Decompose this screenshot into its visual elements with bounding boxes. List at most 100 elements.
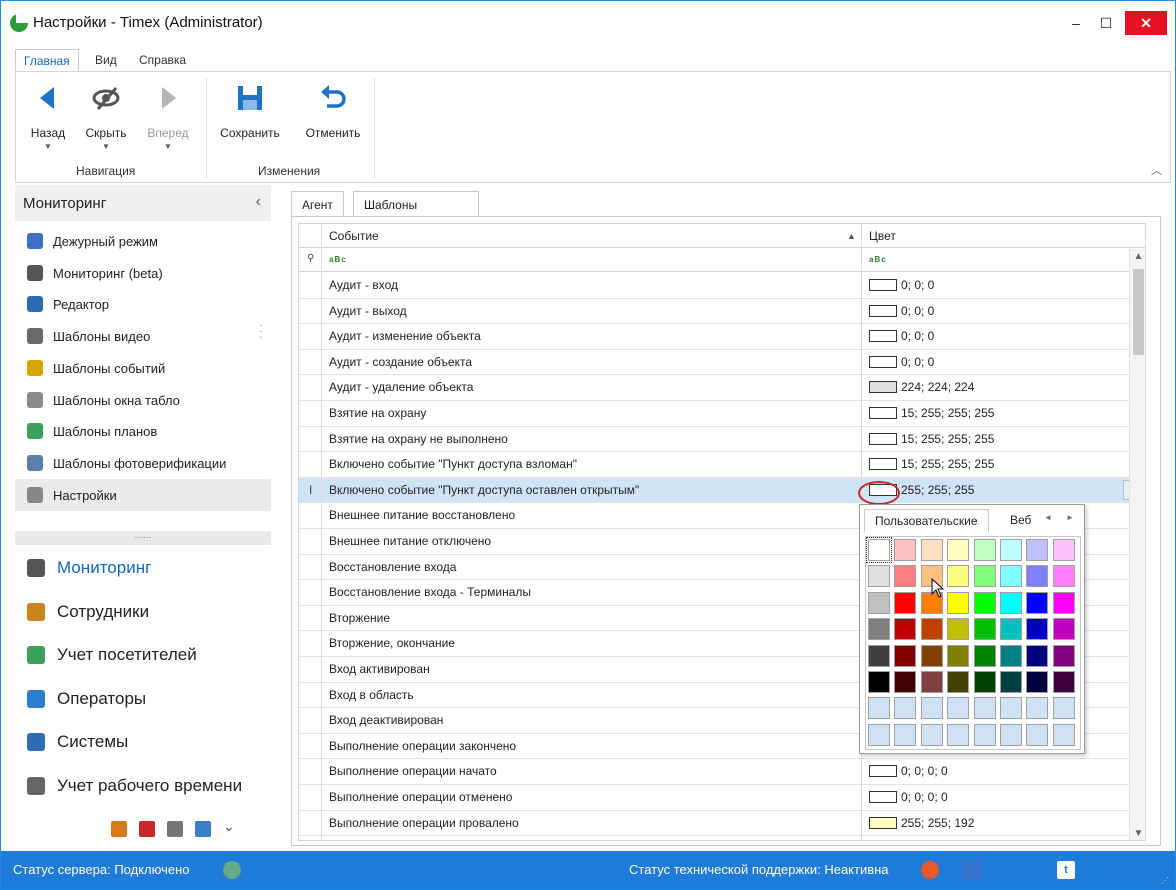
color-cell-swatch[interactable] [868, 591, 890, 614]
color-cell-swatch[interactable] [973, 591, 996, 614]
color-cell-swatch[interactable] [1000, 723, 1022, 746]
color-cell-swatch[interactable] [894, 644, 917, 667]
sidebar-section[interactable]: Учет посетителей [15, 634, 271, 676]
color-cell-swatch[interactable] [866, 537, 892, 563]
color-cell-swatch[interactable] [894, 723, 917, 746]
color-cell[interactable]: 255; 255; 192 [869, 816, 974, 830]
sidebar-section[interactable]: Мониторинг [15, 547, 271, 589]
sidebar-section[interactable]: Операторы [15, 678, 271, 720]
abc-filter-icon[interactable]: aBc [869, 255, 887, 264]
event-cell[interactable]: Взятие на охрану не выполнено [329, 432, 508, 446]
table-row[interactable]: Выполнение операции начато 0; 0; 0; 0 [299, 759, 1145, 785]
color-cell[interactable]: 15; 255; 255; 255 [869, 432, 994, 446]
color-cell-swatch[interactable] [1026, 697, 1049, 720]
door-icon[interactable] [111, 821, 127, 837]
event-cell[interactable]: Выполнение операции провалено [329, 816, 519, 830]
table-row[interactable]: Аудит - создание объекта 0; 0; 0 [299, 350, 1145, 376]
table-row[interactable]: Взятие на охрану 15; 255; 255; 255 [299, 401, 1145, 427]
sidebar-item[interactable]: Шаблоны фотоверификации [15, 447, 271, 479]
event-cell[interactable]: Вход деактивирован [329, 713, 443, 727]
event-cell[interactable]: Аудит - создание объекта [329, 355, 472, 369]
color-cell-swatch[interactable] [868, 565, 890, 588]
color-cell-swatch[interactable] [1026, 565, 1049, 588]
save-button[interactable]: Сохранить [214, 80, 286, 160]
color-cell[interactable]: 0; 0; 0; 0 [869, 790, 948, 804]
sort-ascending-icon[interactable]: ▲ [847, 224, 856, 248]
table-row[interactable]: Аудит - выход 0; 0; 0 [299, 299, 1145, 325]
color-cell-swatch[interactable] [920, 644, 943, 667]
color-cell-swatch[interactable] [973, 618, 996, 641]
abc-filter-icon[interactable]: aBc [329, 255, 347, 264]
color-cell-swatch[interactable] [1026, 591, 1049, 614]
table-row[interactable]: Взятие на охрану не выполнено 15; 255; 25… [299, 427, 1145, 453]
color-cell-swatch[interactable] [868, 723, 890, 746]
scroll-down-icon[interactable]: ▼ [1130, 828, 1145, 839]
color-cell[interactable]: 224; 224; 224 [869, 380, 974, 394]
color-cell-swatch[interactable] [894, 697, 917, 720]
color-cell-swatch[interactable] [973, 644, 996, 667]
hide-dropdown-arrow[interactable]: ▼ [78, 142, 134, 151]
hide-button[interactable]: Скрыть ▼ [78, 80, 134, 160]
facebook-icon[interactable]: f [963, 861, 981, 879]
table-row[interactable]: Выполнение операции отменено 0; 0; 0; 0 [299, 785, 1145, 811]
color-cell-swatch[interactable] [1052, 565, 1075, 588]
event-cell[interactable]: Выполнение операции начато [329, 764, 497, 778]
color-cell[interactable]: 0; 0; 0; 0 [869, 764, 948, 778]
grid-scrollbar[interactable]: ▲ ▼ [1129, 249, 1145, 840]
sidebar-section[interactable]: Системы [15, 721, 271, 763]
color-cell-swatch[interactable] [894, 565, 917, 588]
event-cell[interactable]: Аудит - изменение объекта [329, 329, 481, 343]
event-cell[interactable]: Включено событие "Пункт доступа оставлен… [329, 483, 639, 497]
color-cell-swatch[interactable] [868, 697, 890, 720]
color-cell-swatch[interactable] [920, 539, 943, 561]
color-cell-swatch[interactable] [1052, 644, 1075, 667]
color-cell[interactable]: 0; 0; 0 [869, 304, 934, 318]
tab-agent[interactable]: Агент [291, 191, 344, 217]
pin-icon[interactable]: ⚲ [307, 253, 314, 264]
resize-grip-icon[interactable]: ⋰ [1161, 876, 1169, 885]
sidebar-resize-grip[interactable]: · · · [259, 321, 262, 343]
color-cell-swatch[interactable] [920, 697, 943, 720]
color-cell-swatch[interactable] [868, 618, 890, 641]
color-cell-swatch[interactable] [920, 723, 943, 746]
color-cell-swatch[interactable] [1052, 697, 1075, 720]
event-cell[interactable]: Вторжение [329, 611, 390, 625]
color-cell[interactable]: 0; 0; 0 [869, 278, 934, 292]
close-button[interactable]: ✕ [1125, 11, 1167, 35]
color-cell-swatch[interactable] [947, 618, 970, 641]
color-cell-swatch[interactable] [1000, 539, 1022, 561]
event-cell[interactable]: Аудит - удаление объекта [329, 380, 473, 394]
sidebar-item[interactable]: Мониторинг (beta) [15, 257, 271, 289]
map-small-icon[interactable] [195, 821, 211, 837]
color-cell-swatch[interactable] [973, 565, 996, 588]
color-cell-swatch[interactable] [1026, 723, 1049, 746]
ribbon-tab-view[interactable]: Вид [87, 49, 125, 71]
sidebar-collapse-icon[interactable]: ‹ [256, 193, 261, 211]
color-cell-swatch[interactable] [868, 644, 890, 667]
event-cell[interactable]: Внешнее питание отключено [329, 534, 491, 548]
event-cell[interactable]: Аудит - выход [329, 304, 407, 318]
column-header-color[interactable]: Цвет [863, 224, 896, 248]
color-cell-swatch[interactable] [1052, 618, 1075, 641]
event-cell[interactable]: Восстановление входа - Терминалы [329, 585, 531, 599]
color-cell-swatch[interactable] [947, 539, 970, 561]
table-row[interactable]: Аудит - вход 0; 0; 0 [299, 273, 1145, 299]
tab-web-colors[interactable]: Веб [1006, 509, 1040, 533]
back-dropdown-arrow[interactable]: ▼ [20, 142, 76, 151]
color-cell-swatch[interactable] [894, 591, 917, 614]
sidebar-section[interactable]: Учет рабочего времени [15, 765, 271, 807]
color-cell[interactable]: 15; 255; 255; 255 [869, 406, 994, 420]
color-cell-swatch[interactable] [947, 565, 970, 588]
color-cell-swatch[interactable] [1026, 618, 1049, 641]
color-cell-swatch[interactable] [1052, 723, 1075, 746]
sidebar-item[interactable]: Настройки [15, 478, 271, 511]
sidebar-item[interactable]: Шаблоны событий [15, 352, 271, 384]
event-cell[interactable]: Выполнение операции отменено [329, 790, 512, 804]
sidebar-item[interactable]: Шаблоны окна табло [15, 384, 271, 416]
color-cell-swatch[interactable] [1052, 539, 1075, 561]
color-cell-swatch[interactable] [973, 723, 996, 746]
forward-button[interactable]: Вперед ▼ [140, 80, 196, 160]
color-cell-swatch[interactable] [920, 671, 943, 693]
ribbon-tab-help[interactable]: Справка [131, 49, 194, 71]
color-cell-swatch[interactable] [1000, 591, 1022, 614]
